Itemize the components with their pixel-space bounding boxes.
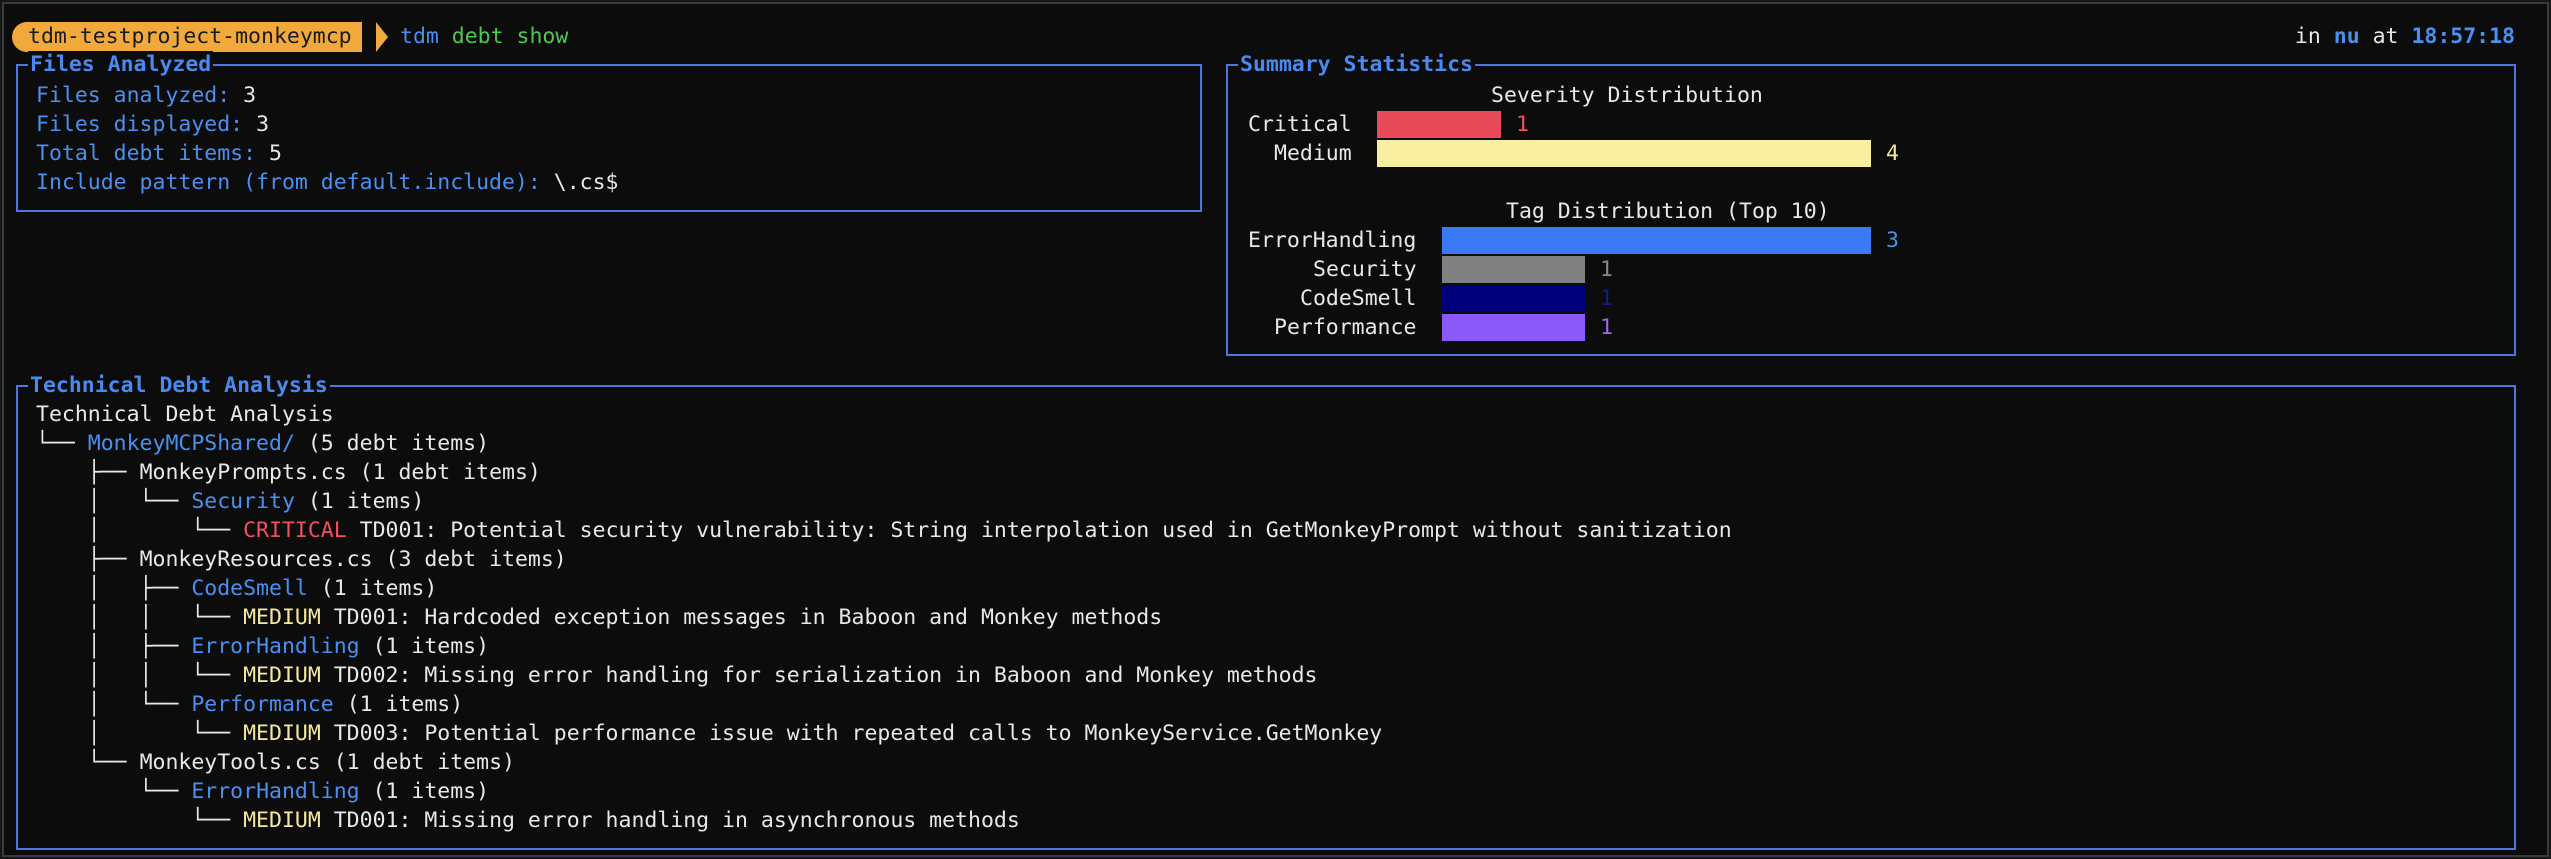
bar-label-errorhandling: ErrorHandling xyxy=(1248,228,1417,253)
tree-tag-node[interactable]: │ └── Performance (1 items) xyxy=(36,690,463,719)
total-debt-label: Total debt items: xyxy=(36,141,257,166)
file-name: MonkeyTools.cs xyxy=(139,750,321,775)
severity-badge: MEDIUM xyxy=(243,663,321,688)
debt-item-text: TD001: Potential security vulnerability:… xyxy=(359,518,1732,543)
prompt-at-label: at xyxy=(2372,24,2399,49)
file-name: MonkeyResources.cs xyxy=(139,547,373,572)
prompt-arrow-icon xyxy=(376,22,388,52)
debt-item-text: TD001: Missing error handling in asynchr… xyxy=(333,808,1020,833)
bar-value-errorhandling: 3 xyxy=(1886,228,1899,253)
folder-count: (5 debt items) xyxy=(307,431,490,456)
file-count: (1 debt items) xyxy=(333,750,515,775)
include-pattern-row: Include pattern (from default.include): … xyxy=(36,168,619,197)
files-displayed-row: Files displayed: 3 xyxy=(36,110,269,139)
bar-critical xyxy=(1377,111,1501,138)
tag-count: (1 items) xyxy=(372,779,490,804)
debt-item-text: TD001: Hardcoded exception messages in B… xyxy=(333,605,1163,630)
tree-tag-node[interactable]: │ └── Security (1 items) xyxy=(36,487,425,516)
bar-value-critical: 1 xyxy=(1516,112,1529,137)
tag-count: (1 items) xyxy=(307,489,425,514)
include-pattern-label: Include pattern (from default.include): xyxy=(36,170,541,195)
include-pattern-value: \.cs$ xyxy=(553,170,619,195)
files-displayed-label: Files displayed: xyxy=(36,112,244,137)
files-analyzed-value: 3 xyxy=(243,83,257,108)
tag-count: (1 items) xyxy=(320,576,438,601)
total-debt-row: Total debt items: 5 xyxy=(36,139,282,168)
project-name: tdm-testproject-monkeymcp xyxy=(28,24,352,49)
prompt-project-segment: tdm-testproject-monkeymcp xyxy=(12,22,362,52)
bar-security xyxy=(1442,256,1585,283)
tree-tag-node[interactable]: │ ├── ErrorHandling (1 items) xyxy=(36,632,489,661)
tag-name: ErrorHandling xyxy=(191,779,360,804)
severity-badge: CRITICAL xyxy=(243,518,347,543)
tree-tag-node[interactable]: └── ErrorHandling (1 items) xyxy=(36,777,490,806)
tree-file-node[interactable]: ├── MonkeyResources.cs (3 debt items) xyxy=(36,545,567,574)
severity-distribution-title: Severity Distribution xyxy=(1491,83,1763,108)
files-displayed-value: 3 xyxy=(256,112,270,137)
bar-codesmell xyxy=(1442,285,1585,312)
summary-statistics-title: Summary Statistics xyxy=(1238,51,1475,79)
file-count: (1 debt items) xyxy=(359,460,541,485)
bar-label-performance: Performance xyxy=(1274,315,1417,340)
terminal-window: tdm-testproject-monkeymcp tdm debt show … xyxy=(2,2,2549,857)
bar-performance xyxy=(1442,314,1585,341)
prompt-time: 18:57:18 xyxy=(2411,24,2515,49)
tree-folder-node[interactable]: └── MonkeyMCPShared/ (5 debt items) xyxy=(36,429,489,458)
tree-file-node[interactable]: ├── MonkeyPrompts.cs (1 debt items) xyxy=(36,458,541,487)
command-name: tdm xyxy=(400,24,439,49)
bar-label-critical: Critical xyxy=(1248,112,1352,137)
prompt-right-status: in nu at 18:57:18 xyxy=(2295,22,2515,51)
tree-debt-item[interactable]: │ │ └── MEDIUM TD002: Missing error hand… xyxy=(36,661,1318,690)
tree-file-node[interactable]: └── MonkeyTools.cs (1 debt items) xyxy=(36,748,515,777)
files-analyzed-title: Files Analyzed xyxy=(28,51,214,79)
prompt-host: nu xyxy=(2333,24,2360,49)
bar-medium xyxy=(1377,140,1871,167)
debt-item-text: TD002: Missing error handling for serial… xyxy=(333,663,1318,688)
bar-errorhandling xyxy=(1442,227,1871,254)
tree-tag-node[interactable]: │ ├── CodeSmell (1 items) xyxy=(36,574,438,603)
command-line[interactable]: tdm debt show xyxy=(400,22,568,51)
tag-name: ErrorHandling xyxy=(191,634,360,659)
file-count: (3 debt items) xyxy=(385,547,567,572)
technical-debt-title: Technical Debt Analysis xyxy=(28,372,330,400)
bar-value-medium: 4 xyxy=(1886,141,1899,166)
summary-statistics-panel: Summary Statistics xyxy=(1226,51,2516,356)
folder-name: MonkeyMCPShared/ xyxy=(87,431,295,456)
bar-value-performance: 1 xyxy=(1600,315,1613,340)
bar-label-medium: Medium xyxy=(1274,141,1352,166)
command-args: debt show xyxy=(451,24,569,49)
tree-title: Technical Debt Analysis xyxy=(36,402,334,427)
tag-count: (1 items) xyxy=(372,634,490,659)
file-name: MonkeyPrompts.cs xyxy=(139,460,347,485)
tag-distribution-title: Tag Distribution (Top 10) xyxy=(1506,199,1830,224)
tag-name: Security xyxy=(191,489,295,514)
bar-label-security: Security xyxy=(1313,257,1417,282)
severity-badge: MEDIUM xyxy=(243,721,321,746)
tree-debt-item[interactable]: │ │ └── MEDIUM TD001: Hardcoded exceptio… xyxy=(36,603,1162,632)
tag-name: Performance xyxy=(191,692,334,717)
severity-badge: MEDIUM xyxy=(243,605,321,630)
tree-debt-item[interactable]: └── MEDIUM TD001: Missing error handling… xyxy=(36,806,1020,835)
files-analyzed-row: Files analyzed: 3 xyxy=(36,81,256,110)
bar-value-codesmell: 1 xyxy=(1600,286,1613,311)
debt-item-text: TD003: Potential performance issue with … xyxy=(333,721,1383,746)
bar-label-codesmell: CodeSmell xyxy=(1300,286,1417,311)
tree-debt-item[interactable]: │ └── MEDIUM TD003: Potential performanc… xyxy=(36,719,1382,748)
severity-badge: MEDIUM xyxy=(243,808,321,833)
bar-value-security: 1 xyxy=(1600,257,1613,282)
tree-debt-item[interactable]: │ └── CRITICAL TD001: Potential security… xyxy=(36,516,1732,545)
tag-count: (1 items) xyxy=(346,692,464,717)
total-debt-value: 5 xyxy=(269,141,282,166)
tag-name: CodeSmell xyxy=(191,576,308,601)
prompt-in-label: in xyxy=(2294,24,2321,49)
files-analyzed-label: Files analyzed: xyxy=(36,83,231,108)
